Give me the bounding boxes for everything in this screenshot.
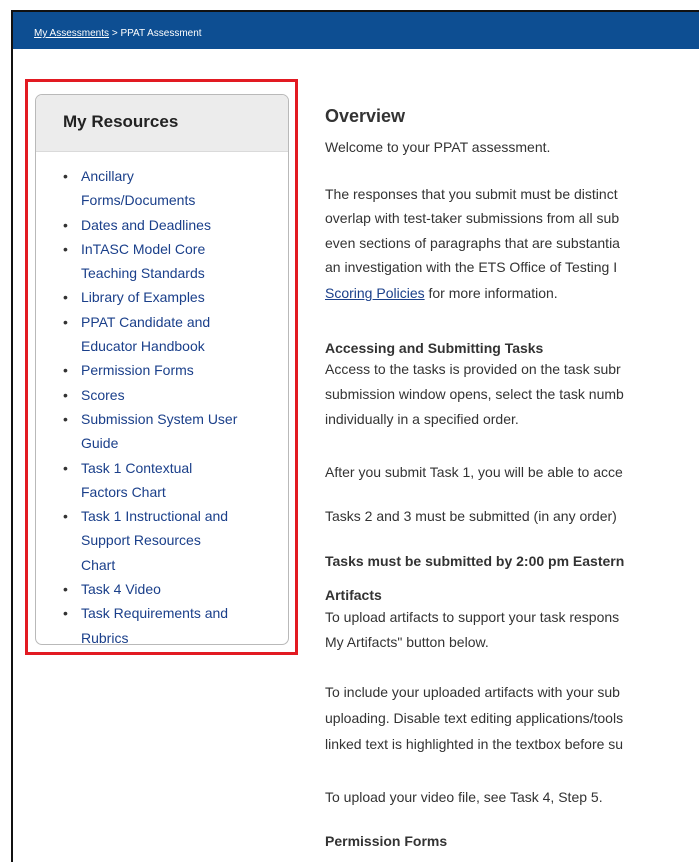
include-line-1: To include your uploaded artifacts with … [325, 684, 620, 700]
resource-link-text[interactable]: Factors Chart [81, 480, 256, 504]
access-line-3: individually in a specified order. [325, 411, 519, 427]
resource-link-text[interactable]: Educator Handbook [81, 334, 256, 358]
intro-line-5: Scoring Policies for more information. [325, 285, 558, 301]
resource-item[interactable]: Dates and Deadlines [36, 213, 256, 238]
resource-item[interactable]: Library of Examples [36, 285, 256, 310]
resource-link-text[interactable]: Chart [81, 553, 256, 577]
resource-link-text[interactable]: Teaching Standards [81, 261, 256, 285]
resource-item[interactable]: Task 1 Instructional andSupport Resource… [36, 504, 256, 577]
resource-link-text[interactable]: InTASC Model Core [81, 237, 256, 261]
resource-link-text[interactable]: Task 1 Instructional and [81, 504, 256, 528]
resource-item[interactable]: Task 4 Video [36, 577, 256, 602]
artifacts-heading: Artifacts [325, 587, 382, 603]
panel-title: My Resources [63, 112, 179, 131]
resource-link-text[interactable]: Task Requirements and [81, 601, 256, 625]
resource-link-text[interactable]: Submission System User [81, 407, 256, 431]
video-text: To upload your video file, see Task 4, S… [325, 789, 603, 805]
access-line-2: submission window opens, select the task… [325, 386, 624, 402]
resource-item[interactable]: AncillaryForms/Documents [36, 164, 256, 213]
resource-link-text[interactable]: Dates and Deadlines [81, 213, 256, 237]
resource-link-text[interactable]: Scores [81, 383, 256, 407]
resources-list: AncillaryForms/DocumentsDates and Deadli… [36, 164, 256, 644]
deadline-text: Tasks must be submitted by 2:00 pm Easte… [325, 553, 625, 569]
intro-line-1: The responses that you submit must be di… [325, 186, 618, 202]
resource-item[interactable]: InTASC Model CoreTeaching Standards [36, 237, 256, 286]
artifacts-line-1: To upload artifacts to support your task… [325, 609, 620, 625]
scoring-policies-link[interactable]: Scoring Policies [325, 285, 425, 301]
tasks23-text: Tasks 2 and 3 must be submitted (in any … [325, 508, 617, 524]
welcome-text: Welcome to your PPAT assessment. [325, 139, 551, 155]
resource-item[interactable]: Task Requirements andRubrics [36, 601, 256, 644]
resource-link-text[interactable]: Task 4 Video [81, 577, 256, 601]
resource-link-text[interactable]: PPAT Candidate and [81, 310, 256, 334]
access-line-1: Access to the tasks is provided on the t… [325, 361, 621, 377]
include-line-3: linked text is highlighted in the textbo… [325, 736, 624, 752]
permission-heading: Permission Forms [325, 833, 448, 849]
artifacts-line-2: My Artifacts" button below. [325, 634, 489, 650]
resource-link-text[interactable]: Library of Examples [81, 285, 256, 309]
resource-link-text[interactable]: Guide [81, 431, 256, 455]
include-line-2: uploading. Disable text editing applicat… [325, 710, 624, 726]
resource-link-text[interactable]: Rubrics [81, 626, 256, 644]
breadcrumb: My Assessments > PPAT Assessment [34, 28, 202, 39]
resource-item[interactable]: PPAT Candidate andEducator Handbook [36, 310, 256, 359]
resource-item[interactable]: Scores [36, 383, 256, 408]
resource-link-text[interactable]: Permission Forms [81, 358, 256, 382]
resource-item[interactable]: Submission System UserGuide [36, 407, 256, 456]
intro-tail: for more information. [424, 285, 558, 301]
overview-heading: Overview [325, 106, 406, 126]
my-resources-panel: My Resources AncillaryForms/DocumentsDat… [35, 94, 289, 645]
breadcrumb-current: PPAT Assessment [120, 28, 202, 39]
breadcrumb-my-assessments-link[interactable]: My Assessments [34, 28, 109, 39]
intro-line-2: overlap with test-taker submissions from… [325, 210, 620, 226]
after-task1-text: After you submit Task 1, you will be abl… [325, 464, 623, 480]
resource-item[interactable]: Permission Forms [36, 358, 256, 383]
breadcrumb-separator: > [111, 28, 118, 39]
resource-link-text[interactable]: Task 1 Contextual [81, 456, 256, 480]
resource-link-text[interactable]: Ancillary [81, 164, 256, 188]
resource-item[interactable]: Task 1 ContextualFactors Chart [36, 456, 256, 505]
resource-link-text[interactable]: Forms/Documents [81, 188, 256, 212]
intro-line-3: even sections of paragraphs that are sub… [325, 235, 620, 251]
intro-line-4: an investigation with the ETS Office of … [325, 259, 618, 275]
resource-link-text[interactable]: Support Resources [81, 528, 256, 552]
accessing-heading: Accessing and Submitting Tasks [325, 340, 544, 356]
